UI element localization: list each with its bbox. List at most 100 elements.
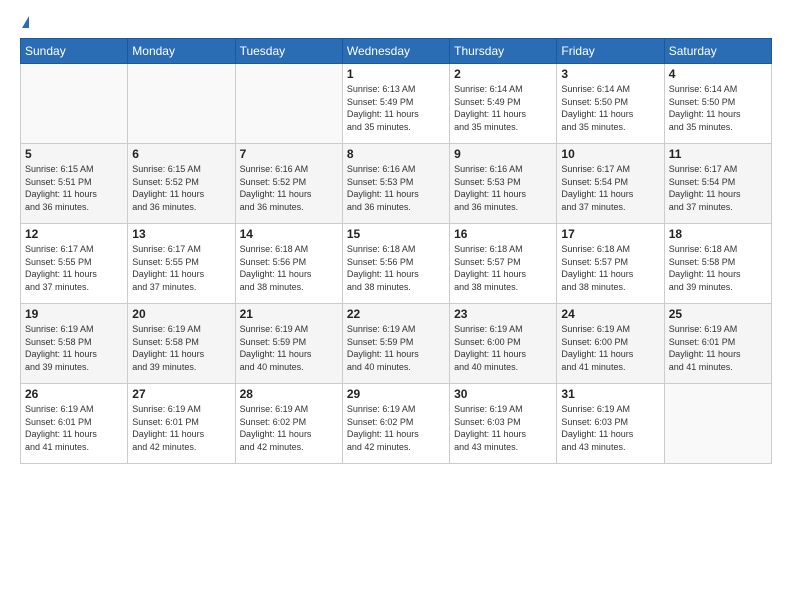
day-info: Sunrise: 6:17 AM Sunset: 5:55 PM Dayligh… <box>25 243 123 293</box>
calendar-cell: 9 Sunrise: 6:16 AM Sunset: 5:53 PM Daylig… <box>450 144 557 224</box>
day-info: Sunrise: 6:15 AM Sunset: 5:52 PM Dayligh… <box>132 163 230 213</box>
calendar-cell: 1 Sunrise: 6:13 AM Sunset: 5:49 PM Daylig… <box>342 64 449 144</box>
day-info: Sunrise: 6:19 AM Sunset: 6:00 PM Dayligh… <box>561 323 659 373</box>
calendar-cell: 15 Sunrise: 6:18 AM Sunset: 5:56 PM Dayli… <box>342 224 449 304</box>
calendar-cell <box>235 64 342 144</box>
day-number: 23 <box>454 307 552 321</box>
calendar-cell: 11 Sunrise: 6:17 AM Sunset: 5:54 PM Dayli… <box>664 144 771 224</box>
day-number: 13 <box>132 227 230 241</box>
day-info: Sunrise: 6:19 AM Sunset: 5:59 PM Dayligh… <box>240 323 338 373</box>
calendar-cell: 30 Sunrise: 6:19 AM Sunset: 6:03 PM Dayli… <box>450 384 557 464</box>
calendar-cell: 16 Sunrise: 6:18 AM Sunset: 5:57 PM Dayli… <box>450 224 557 304</box>
day-number: 9 <box>454 147 552 161</box>
calendar-cell: 3 Sunrise: 6:14 AM Sunset: 5:50 PM Daylig… <box>557 64 664 144</box>
day-number: 10 <box>561 147 659 161</box>
calendar-cell: 13 Sunrise: 6:17 AM Sunset: 5:55 PM Dayli… <box>128 224 235 304</box>
day-info: Sunrise: 6:19 AM Sunset: 6:03 PM Dayligh… <box>454 403 552 453</box>
day-info: Sunrise: 6:13 AM Sunset: 5:49 PM Dayligh… <box>347 83 445 133</box>
day-info: Sunrise: 6:18 AM Sunset: 5:56 PM Dayligh… <box>240 243 338 293</box>
calendar-cell: 18Sunrise: 6:18 AM Sunset: 5:58 PM Dayli… <box>664 224 771 304</box>
calendar-cell: 19 Sunrise: 6:19 AM Sunset: 5:58 PM Dayli… <box>21 304 128 384</box>
calendar-cell <box>664 384 771 464</box>
day-info: Sunrise: 6:19 AM Sunset: 6:01 PM Dayligh… <box>132 403 230 453</box>
day-number: 3 <box>561 67 659 81</box>
day-number: 5 <box>25 147 123 161</box>
logo <box>20 16 29 28</box>
weekday-header-sunday: Sunday <box>21 39 128 64</box>
day-number: 31 <box>561 387 659 401</box>
calendar-cell: 10 Sunrise: 6:17 AM Sunset: 5:54 PM Dayli… <box>557 144 664 224</box>
calendar-cell: 6 Sunrise: 6:15 AM Sunset: 5:52 PM Daylig… <box>128 144 235 224</box>
day-number: 25 <box>669 307 767 321</box>
day-number: 24 <box>561 307 659 321</box>
logo-triangle-icon <box>22 16 29 28</box>
day-number: 17 <box>561 227 659 241</box>
week-row-3: 12 Sunrise: 6:17 AM Sunset: 5:55 PM Dayli… <box>21 224 772 304</box>
day-number: 20 <box>132 307 230 321</box>
day-info: Sunrise: 6:16 AM Sunset: 5:52 PM Dayligh… <box>240 163 338 213</box>
day-info: Sunrise: 6:16 AM Sunset: 5:53 PM Dayligh… <box>347 163 445 213</box>
day-number: 1 <box>347 67 445 81</box>
week-row-1: 1 Sunrise: 6:13 AM Sunset: 5:49 PM Daylig… <box>21 64 772 144</box>
day-info: Sunrise: 6:18 AM Sunset: 5:57 PM Dayligh… <box>561 243 659 293</box>
day-number: 4 <box>669 67 767 81</box>
day-number: 8 <box>347 147 445 161</box>
calendar-table: SundayMondayTuesdayWednesdayThursdayFrid… <box>20 38 772 464</box>
day-info: Sunrise: 6:17 AM Sunset: 5:54 PM Dayligh… <box>561 163 659 213</box>
day-number: 21 <box>240 307 338 321</box>
calendar-cell: 12 Sunrise: 6:17 AM Sunset: 5:55 PM Dayli… <box>21 224 128 304</box>
calendar-cell: 26Sunrise: 6:19 AM Sunset: 6:01 PM Dayli… <box>21 384 128 464</box>
calendar-cell: 22 Sunrise: 6:19 AM Sunset: 5:59 PM Dayli… <box>342 304 449 384</box>
day-number: 26 <box>25 387 123 401</box>
day-info: Sunrise: 6:19 AM Sunset: 5:58 PM Dayligh… <box>132 323 230 373</box>
day-number: 15 <box>347 227 445 241</box>
weekday-header-wednesday: Wednesday <box>342 39 449 64</box>
header <box>20 16 772 28</box>
calendar-cell: 25 Sunrise: 6:19 AM Sunset: 6:01 PM Dayli… <box>664 304 771 384</box>
day-number: 30 <box>454 387 552 401</box>
day-info: Sunrise: 6:16 AM Sunset: 5:53 PM Dayligh… <box>454 163 552 213</box>
day-info: Sunrise: 6:19 AM Sunset: 6:02 PM Dayligh… <box>240 403 338 453</box>
weekday-header-thursday: Thursday <box>450 39 557 64</box>
day-info: Sunrise: 6:18 AM Sunset: 5:57 PM Dayligh… <box>454 243 552 293</box>
day-info: Sunrise: 6:19 AM Sunset: 6:02 PM Dayligh… <box>347 403 445 453</box>
day-info: Sunrise: 6:18 AM Sunset: 5:56 PM Dayligh… <box>347 243 445 293</box>
day-number: 19 <box>25 307 123 321</box>
weekday-header-monday: Monday <box>128 39 235 64</box>
day-info: Sunrise: 6:17 AM Sunset: 5:55 PM Dayligh… <box>132 243 230 293</box>
day-number: 7 <box>240 147 338 161</box>
day-info: Sunrise: 6:19 AM Sunset: 6:00 PM Dayligh… <box>454 323 552 373</box>
calendar-cell: 7 Sunrise: 6:16 AM Sunset: 5:52 PM Daylig… <box>235 144 342 224</box>
calendar-cell: 24 Sunrise: 6:19 AM Sunset: 6:00 PM Dayli… <box>557 304 664 384</box>
weekday-header-saturday: Saturday <box>664 39 771 64</box>
day-number: 28 <box>240 387 338 401</box>
calendar-cell: 23 Sunrise: 6:19 AM Sunset: 6:00 PM Dayli… <box>450 304 557 384</box>
calendar-cell <box>21 64 128 144</box>
day-info: Sunrise: 6:17 AM Sunset: 5:54 PM Dayligh… <box>669 163 767 213</box>
day-info: Sunrise: 6:19 AM Sunset: 6:01 PM Dayligh… <box>669 323 767 373</box>
day-number: 12 <box>25 227 123 241</box>
day-number: 22 <box>347 307 445 321</box>
calendar-cell: 5Sunrise: 6:15 AM Sunset: 5:51 PM Daylig… <box>21 144 128 224</box>
calendar-cell: 14 Sunrise: 6:18 AM Sunset: 5:56 PM Dayli… <box>235 224 342 304</box>
day-number: 6 <box>132 147 230 161</box>
day-number: 14 <box>240 227 338 241</box>
day-info: Sunrise: 6:19 AM Sunset: 5:58 PM Dayligh… <box>25 323 123 373</box>
day-info: Sunrise: 6:14 AM Sunset: 5:49 PM Dayligh… <box>454 83 552 133</box>
day-info: Sunrise: 6:18 AM Sunset: 5:58 PM Dayligh… <box>669 243 767 293</box>
calendar-cell: 21 Sunrise: 6:19 AM Sunset: 5:59 PM Dayli… <box>235 304 342 384</box>
calendar-cell: 20 Sunrise: 6:19 AM Sunset: 5:58 PM Dayli… <box>128 304 235 384</box>
calendar-cell: 2Sunrise: 6:14 AM Sunset: 5:49 PM Daylig… <box>450 64 557 144</box>
day-number: 27 <box>132 387 230 401</box>
day-info: Sunrise: 6:14 AM Sunset: 5:50 PM Dayligh… <box>561 83 659 133</box>
weekday-header-tuesday: Tuesday <box>235 39 342 64</box>
week-row-2: 5Sunrise: 6:15 AM Sunset: 5:51 PM Daylig… <box>21 144 772 224</box>
weekday-header-friday: Friday <box>557 39 664 64</box>
calendar-cell: 8 Sunrise: 6:16 AM Sunset: 5:53 PM Daylig… <box>342 144 449 224</box>
day-number: 11 <box>669 147 767 161</box>
calendar-cell <box>128 64 235 144</box>
day-number: 16 <box>454 227 552 241</box>
day-info: Sunrise: 6:19 AM Sunset: 5:59 PM Dayligh… <box>347 323 445 373</box>
calendar-cell: 27 Sunrise: 6:19 AM Sunset: 6:01 PM Dayli… <box>128 384 235 464</box>
page: SundayMondayTuesdayWednesdayThursdayFrid… <box>0 0 792 474</box>
